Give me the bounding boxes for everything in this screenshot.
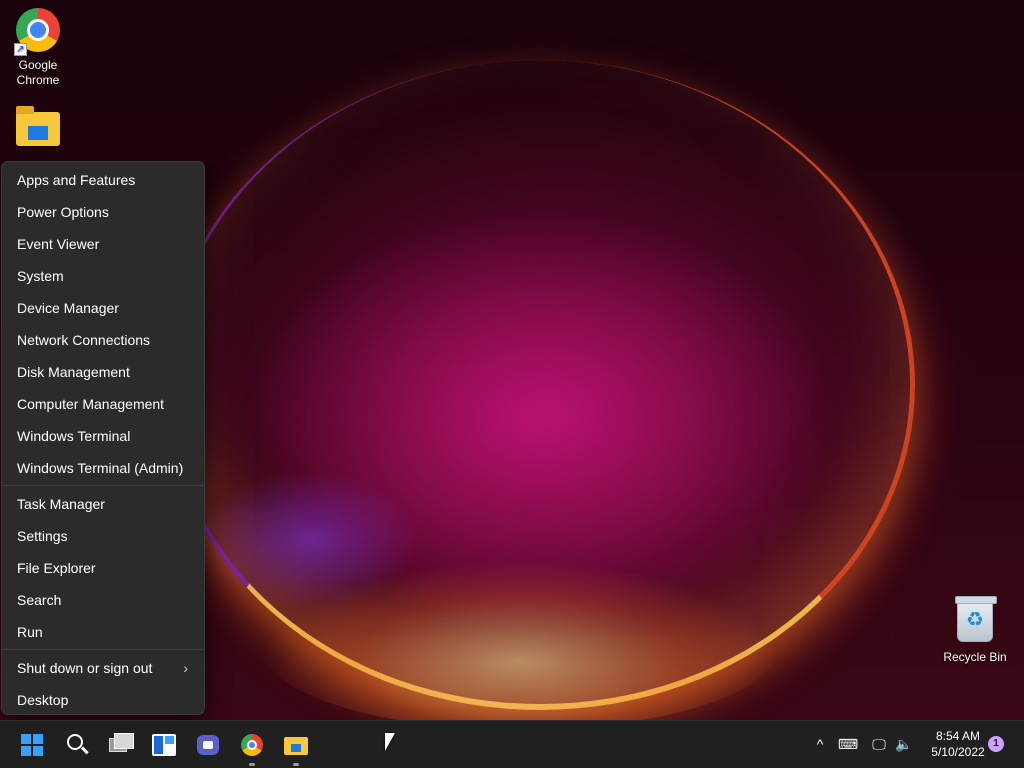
running-indicator	[293, 763, 299, 766]
menu-item-disk-management[interactable]: Disk Management	[2, 356, 204, 388]
menu-item-shut-down-or-sign-out[interactable]: Shut down or sign out ›	[2, 652, 204, 684]
menu-item-system[interactable]: System	[2, 260, 204, 292]
menu-item-task-manager[interactable]: Task Manager	[2, 488, 204, 520]
widgets-button[interactable]	[148, 729, 180, 761]
show-hidden-icons-chevron-icon[interactable]: ^	[810, 733, 830, 755]
menu-item-settings[interactable]: Settings	[2, 520, 204, 552]
desktop-icon-label: Google Chrome	[16, 58, 60, 87]
menu-item-run[interactable]: Run	[2, 616, 204, 648]
taskbar: ^ ⌨ 🖵 🔈 8:54 AM 5/10/2022 1	[0, 720, 1024, 768]
chat-icon	[197, 735, 219, 755]
menu-item-windows-terminal[interactable]: Windows Terminal	[2, 420, 204, 452]
windows-start-icon	[16, 729, 48, 761]
network-icon[interactable]: 🖵	[868, 733, 890, 755]
menu-item-desktop[interactable]: Desktop	[2, 684, 204, 716]
menu-item-device-manager[interactable]: Device Manager	[2, 292, 204, 324]
menu-separator	[2, 649, 204, 650]
winx-context-menu: Apps and Features Power Options Event Vi…	[1, 161, 205, 715]
menu-item-label: Shut down or sign out	[17, 660, 153, 676]
menu-item-computer-management[interactable]: Computer Management	[2, 388, 204, 420]
mouse-cursor-icon	[385, 733, 395, 751]
menu-item-power-options[interactable]: Power Options	[2, 196, 204, 228]
notification-count-badge[interactable]: 1	[988, 736, 1004, 752]
wallpaper-bottom-glow	[260, 560, 780, 720]
desktop-icon-chrome[interactable]: ↗ Google Chrome	[0, 6, 76, 88]
task-view-button[interactable]	[104, 729, 136, 761]
menu-item-event-viewer[interactable]: Event Viewer	[2, 228, 204, 260]
task-view-icon	[109, 733, 134, 752]
taskbar-search-button[interactable]	[60, 729, 92, 761]
menu-item-search[interactable]: Search	[2, 584, 204, 616]
menu-item-windows-terminal-admin[interactable]: Windows Terminal (Admin)	[2, 452, 204, 484]
desktop-icon-label: Recycle Bin	[943, 650, 1007, 664]
shortcut-arrow-icon: ↗	[14, 43, 27, 56]
menu-item-file-explorer[interactable]: File Explorer	[2, 552, 204, 584]
chat-button[interactable]	[192, 729, 224, 761]
taskbar-clock[interactable]: 8:54 AM 5/10/2022	[920, 728, 996, 760]
volume-icon[interactable]: 🔈	[893, 733, 915, 755]
menu-item-apps-and-features[interactable]: Apps and Features	[2, 164, 204, 196]
chrome-icon	[241, 734, 263, 756]
taskbar-chrome-button[interactable]	[236, 729, 268, 766]
clock-time: 8:54 AM	[935, 729, 981, 743]
desktop-icon-recycle-bin[interactable]: ♻ Recycle Bin	[937, 596, 1013, 665]
taskbar-file-explorer-button[interactable]	[280, 729, 312, 766]
clock-date: 5/10/2022	[931, 745, 985, 759]
menu-separator	[2, 485, 204, 486]
search-icon	[67, 734, 83, 750]
recycle-bin-icon: ♻	[951, 596, 999, 648]
file-explorer-folder-icon	[14, 106, 62, 160]
keyboard-icon[interactable]: ⌨	[836, 733, 860, 755]
menu-item-network-connections[interactable]: Network Connections	[2, 324, 204, 356]
chrome-icon: ↗	[14, 8, 62, 56]
start-button[interactable]	[16, 729, 48, 761]
file-explorer-icon	[284, 737, 308, 755]
chevron-right-icon: ›	[183, 660, 188, 676]
widgets-icon	[152, 734, 176, 756]
desktop-icon-file-explorer[interactable]	[0, 104, 76, 162]
running-indicator	[249, 763, 255, 766]
